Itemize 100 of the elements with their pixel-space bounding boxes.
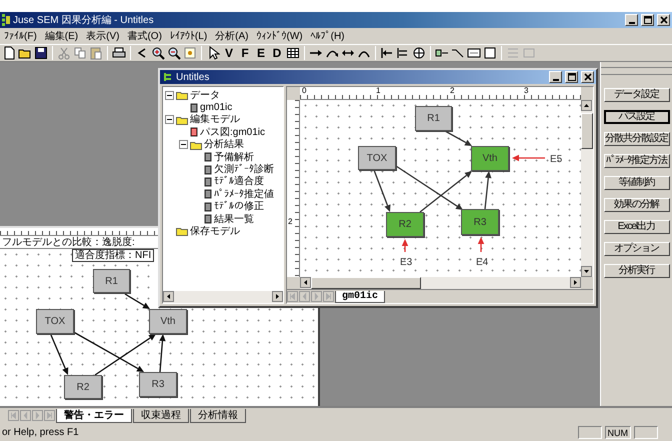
arrow: [396, 165, 463, 210]
document-icon: [204, 189, 212, 200]
ruler-label: 2: [288, 218, 292, 226]
align-left-icon[interactable]: [380, 46, 394, 60]
toolbar-button[interactable]: F: [238, 46, 252, 60]
status-panel: [634, 426, 658, 438]
diagram-node[interactable]: R1: [93, 269, 130, 293]
diagram-node[interactable]: Vth: [471, 146, 509, 171]
diagram-node[interactable]: Vth: [149, 309, 187, 334]
side-button[interactable]: ﾊﾟﾗﾒｰﾀ推定方法: [604, 154, 670, 168]
status-indicator: NUM: [604, 426, 631, 438]
maximize-button[interactable]: [641, 14, 654, 26]
toolbar-button[interactable]: E: [254, 46, 268, 60]
scrollbar-thumb[interactable]: [311, 277, 421, 289]
arrow: [512, 154, 545, 162]
diagram-node[interactable]: R3: [461, 209, 499, 235]
close-icon: [660, 16, 668, 24]
window-title: Juse SEM 因果分析編 - Untitles: [13, 14, 154, 28]
arrow: [444, 130, 472, 146]
side-button[interactable]: データ設定: [604, 88, 670, 102]
scroll-down-icon[interactable]: [581, 266, 592, 277]
tree-item[interactable]: 結果一覧: [214, 212, 254, 227]
menu-item[interactable]: ﾍﾙﾌﾟ(H): [310, 28, 344, 44]
toolbar-button[interactable]: D: [270, 46, 284, 60]
diagram-node[interactable]: R2: [64, 375, 102, 399]
paste-icon[interactable]: [89, 46, 103, 60]
scrollbar-thumb[interactable]: [581, 113, 593, 149]
maximize-button[interactable]: [565, 71, 578, 83]
menu-item[interactable]: 書式(O): [127, 28, 162, 44]
side-button[interactable]: Excel出力: [604, 220, 670, 234]
output-tab[interactable]: 収束過程: [133, 408, 189, 422]
zoom-out-icon[interactable]: [167, 46, 181, 60]
print-icon[interactable]: [112, 46, 126, 60]
tree-item[interactable]: 予備解析: [214, 150, 254, 165]
close-button[interactable]: [657, 14, 670, 26]
vertical-scrollbar[interactable]: [581, 100, 593, 277]
arrow: [402, 239, 408, 252]
document-icon: [204, 202, 212, 212]
tree-item[interactable]: パス図:gm01ic: [200, 124, 266, 140]
tree-icon: [162, 72, 173, 82]
diagram-node[interactable]: TOX: [358, 146, 396, 170]
tree-item[interactable]: ﾓﾃﾞﾙ適合度: [214, 174, 264, 190]
side-button[interactable]: 等値制約: [604, 176, 670, 190]
close-button[interactable]: [581, 71, 594, 83]
diagram-node[interactable]: TOX: [36, 309, 74, 334]
ruler-label: 2: [450, 87, 454, 95]
scale-icon[interactable]: [467, 46, 481, 60]
tree-item[interactable]: 保存モデル: [190, 224, 240, 239]
document-icon: [190, 127, 198, 138]
side-button[interactable]: オプション: [604, 242, 670, 256]
folder-icon: [176, 114, 188, 125]
minimize-button[interactable]: [625, 14, 638, 26]
arrow: [484, 171, 492, 210]
collapse-icon[interactable]: [165, 90, 174, 100]
scroll-up-icon[interactable]: [581, 100, 592, 111]
side-button[interactable]: 分散共分散設定: [604, 132, 670, 146]
collapse-icon[interactable]: [179, 140, 188, 150]
arrow: [94, 334, 156, 376]
close-icon: [584, 73, 592, 81]
output-tab[interactable]: 分析情報: [190, 408, 246, 422]
diagram-node[interactable]: R3: [139, 372, 177, 397]
ruler-label: 3: [524, 87, 528, 95]
toolbar-button[interactable]: V: [222, 46, 236, 60]
tree-item[interactable]: ﾓﾃﾞﾙの修正: [214, 199, 264, 214]
square-icon[interactable]: [483, 46, 497, 60]
folder-icon: [176, 90, 188, 100]
menu-item[interactable]: 表示(V): [86, 28, 120, 44]
document-icon: [204, 214, 212, 224]
menu-item[interactable]: ﾚｲｱｳﾄ(L): [170, 28, 208, 44]
sheet-tab[interactable]: gm01ic: [335, 290, 386, 302]
horizontal-scrollbar[interactable]: [163, 291, 283, 303]
menu-item[interactable]: ｳｨﾝﾄﾞｳ(W): [256, 28, 303, 44]
scroll-left-icon[interactable]: [300, 277, 311, 288]
tree-item[interactable]: 分析結果: [204, 137, 244, 152]
horizontal-scrollbar[interactable]: [300, 277, 581, 289]
ruler-label: 1: [376, 87, 380, 95]
menu-item[interactable]: ﾌｧｲﾙ(F): [4, 28, 37, 44]
add-circle-icon[interactable]: [412, 46, 426, 60]
zoom-in-icon[interactable]: [151, 46, 165, 60]
align-arrows-icon[interactable]: [396, 46, 410, 60]
output-tab[interactable]: 警告・エラー: [56, 408, 132, 422]
menu-item[interactable]: 編集(E): [44, 28, 78, 44]
document-icon: [190, 102, 198, 113]
collapse-icon[interactable]: [165, 115, 174, 124]
save-icon[interactable]: [34, 46, 48, 60]
minimize-button[interactable]: [549, 71, 562, 83]
scroll-right-icon[interactable]: [272, 291, 283, 302]
arrow: [478, 237, 484, 252]
table-icon[interactable]: [286, 46, 300, 60]
new-file-icon[interactable]: [2, 46, 16, 60]
diagram-node[interactable]: R1: [415, 106, 452, 131]
side-button[interactable]: 効果の分解: [604, 198, 670, 212]
scroll-right-icon[interactable]: [570, 277, 581, 288]
scroll-left-icon[interactable]: [163, 291, 174, 302]
tree-item[interactable]: データ: [190, 88, 220, 103]
side-button[interactable]: 分析実行: [604, 264, 670, 278]
menu-item[interactable]: 分析(A): [215, 28, 248, 44]
copy-icon[interactable]: [73, 46, 87, 60]
diagram-node[interactable]: R2: [386, 212, 424, 237]
tree-item[interactable]: ﾊﾟﾗﾒｰﾀ推定値: [214, 186, 274, 202]
